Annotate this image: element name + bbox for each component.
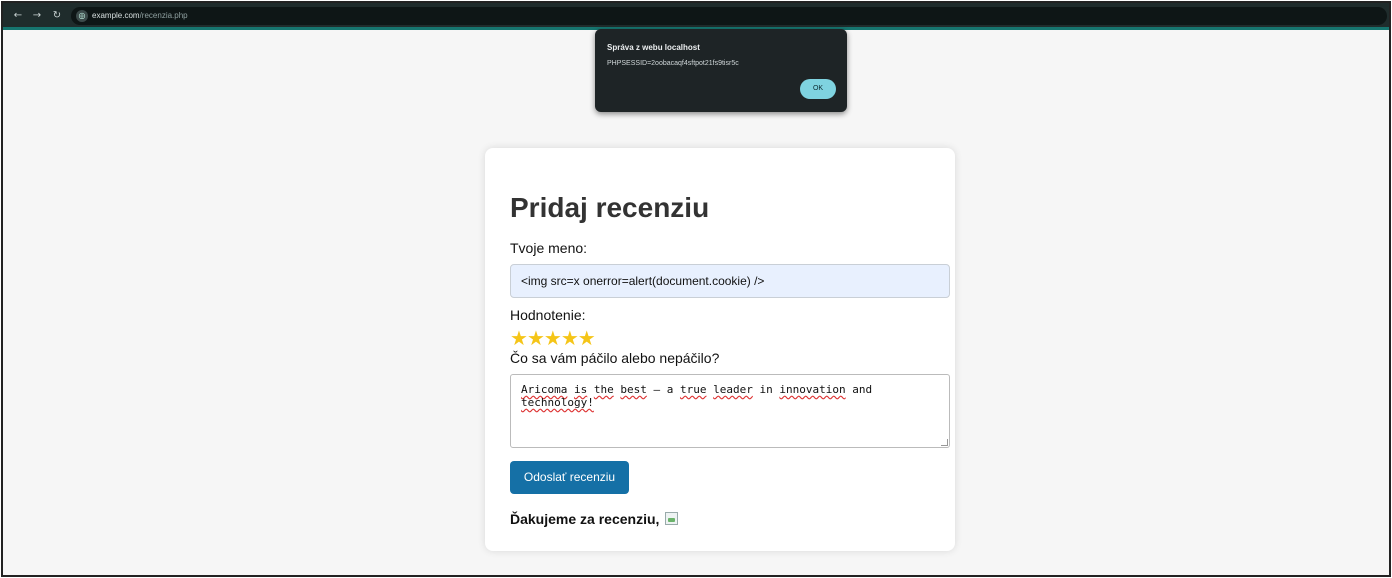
comment-word: the — [593, 383, 614, 396]
comment-textarea[interactable]: Aricoma is the best – a true leader in i… — [510, 374, 950, 448]
thank-you-message: Ďakujeme za recenziu, — [510, 511, 679, 527]
star-icon[interactable]: ★ — [561, 326, 579, 350]
comment-word: – — [653, 383, 661, 396]
comment-word: and — [852, 383, 873, 396]
name-input[interactable]: <img src=x onerror=alert(document.cookie… — [510, 264, 950, 298]
alert-title: Správa z webu localhost — [607, 43, 700, 52]
address-bar[interactable]: ◎ example.com/recenzia.php — [71, 7, 1387, 25]
star-icon[interactable]: ★ — [578, 326, 596, 350]
back-icon[interactable]: ← — [11, 9, 25, 23]
broken-image-icon — [665, 512, 679, 525]
alert-message: PHPSESSID=2oobacaqf4sftpot21fs9tisr5c — [607, 60, 739, 67]
star-icon[interactable]: ★ — [510, 326, 528, 350]
comment-word: innovation — [779, 383, 846, 396]
star-icon[interactable]: ★ — [544, 326, 562, 350]
comment-label: Čo sa vám páčilo alebo nepáčilo? — [510, 350, 720, 366]
alert-ok-button[interactable]: OK — [800, 79, 836, 99]
browser-window: ← → ↻ ◎ example.com/recenzia.php Pridaj … — [1, 1, 1391, 577]
forward-icon[interactable]: → — [30, 9, 44, 23]
comment-word: a — [666, 383, 674, 396]
alert-dialog: Správa z webu localhost PHPSESSID=2oobac… — [595, 29, 847, 112]
browser-toolbar: ← → ↻ ◎ example.com/recenzia.php — [3, 3, 1389, 30]
rating-label: Hodnotenie: — [510, 307, 586, 323]
name-label: Tvoje meno: — [510, 240, 588, 256]
star-rating[interactable]: ★★★★★ — [510, 326, 596, 350]
reload-icon[interactable]: ↻ — [50, 9, 64, 23]
comment-word: true — [679, 383, 707, 396]
comment-word: in — [759, 383, 773, 396]
thank-you-text: Ďakujeme za recenziu, — [510, 511, 660, 527]
site-info-icon[interactable]: ◎ — [76, 10, 88, 22]
page-title: Pridaj recenziu — [510, 192, 710, 223]
comment-text: Aricoma is the best – a true leader in i… — [521, 383, 872, 409]
comment-word: leader — [713, 383, 753, 396]
comment-word: Aricoma — [521, 383, 568, 396]
resize-handle-icon[interactable] — [941, 439, 948, 446]
review-card: Pridaj recenziu Tvoje meno: <img src=x o… — [485, 148, 955, 551]
comment-word: best — [620, 383, 647, 396]
url-path: /recenzia.php — [139, 11, 188, 20]
url-host: example.com — [92, 11, 140, 20]
comment-word: technology! — [521, 396, 594, 409]
comment-word: is — [573, 383, 588, 396]
url-text: example.com/recenzia.php — [92, 10, 188, 22]
submit-review-button[interactable]: Odoslať recenziu — [510, 461, 629, 494]
star-icon[interactable]: ★ — [527, 326, 545, 350]
